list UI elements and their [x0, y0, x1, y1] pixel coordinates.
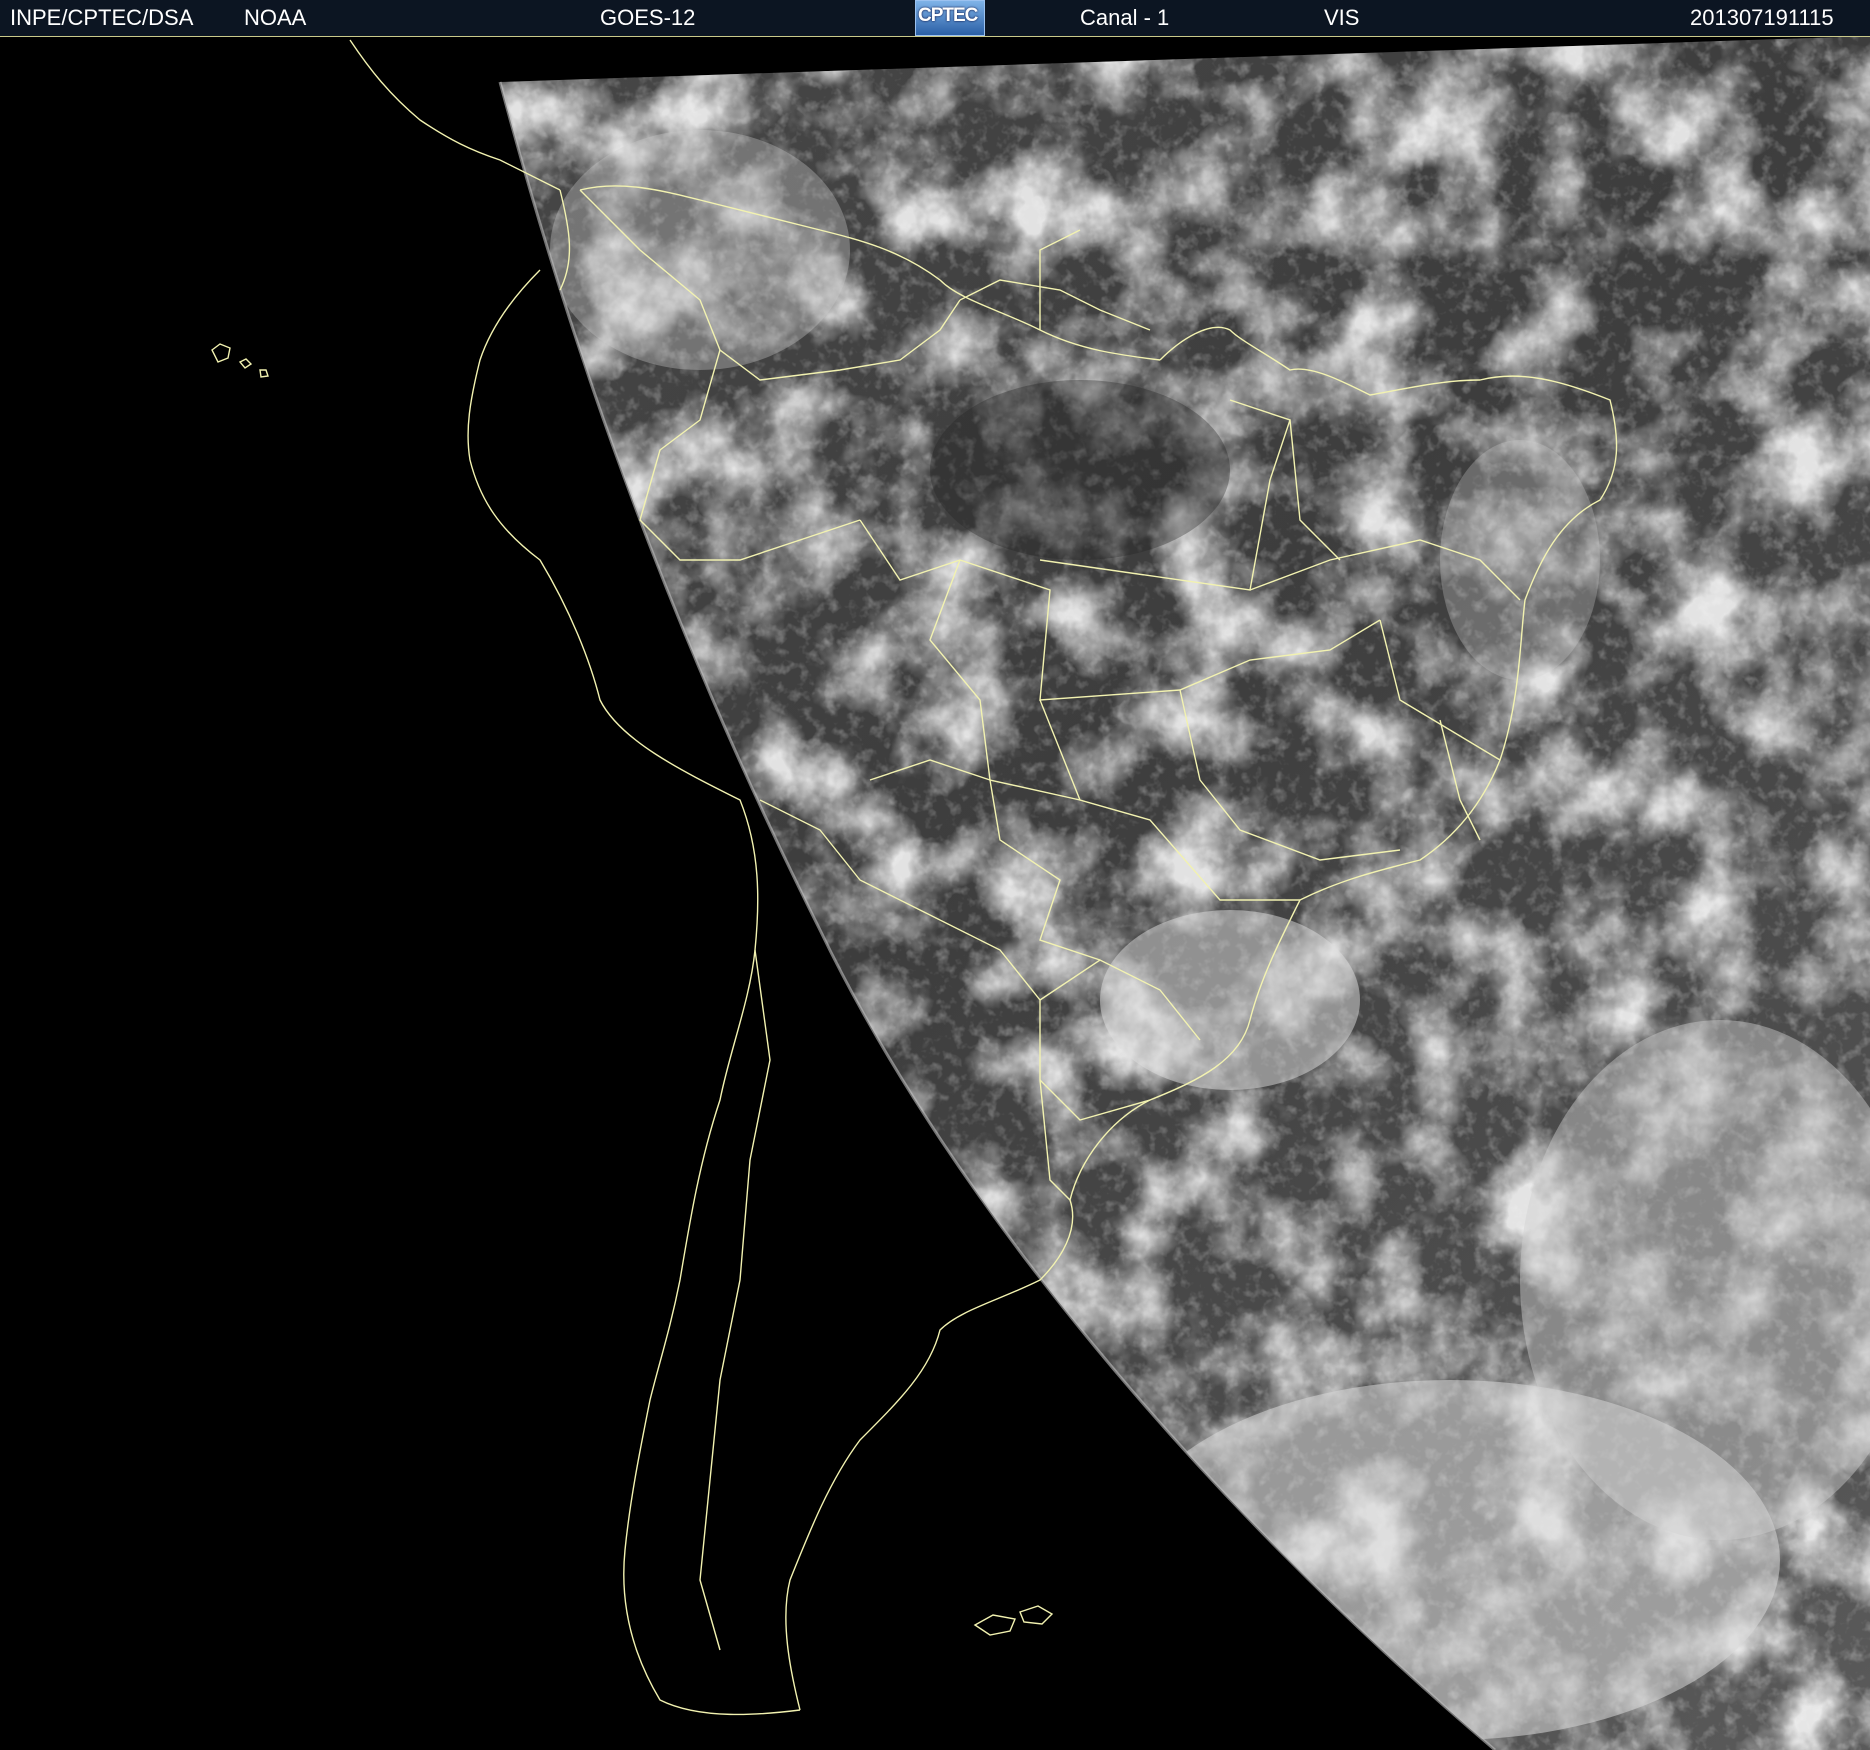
agency-label: NOAA: [244, 5, 307, 30]
image-header-bar: INPE/CPTEC/DSA NOAA GOES-12 CPTEC Canal …: [0, 0, 1870, 37]
cptec-logo-text: CPTEC: [918, 5, 978, 26]
cptec-logo: CPTEC: [915, 0, 985, 36]
band-label: VIS: [1324, 5, 1360, 30]
satellite-scene: [0, 37, 1870, 1750]
channel-label: Canal - 1: [1080, 5, 1170, 30]
satellite-image-viewer: INPE/CPTEC/DSA NOAA GOES-12 CPTEC Canal …: [0, 0, 1870, 1750]
org-label: INPE/CPTEC/DSA: [10, 5, 194, 30]
satellite-label: GOES-12: [600, 5, 696, 30]
timestamp-label: 201307191115: [1690, 5, 1834, 30]
